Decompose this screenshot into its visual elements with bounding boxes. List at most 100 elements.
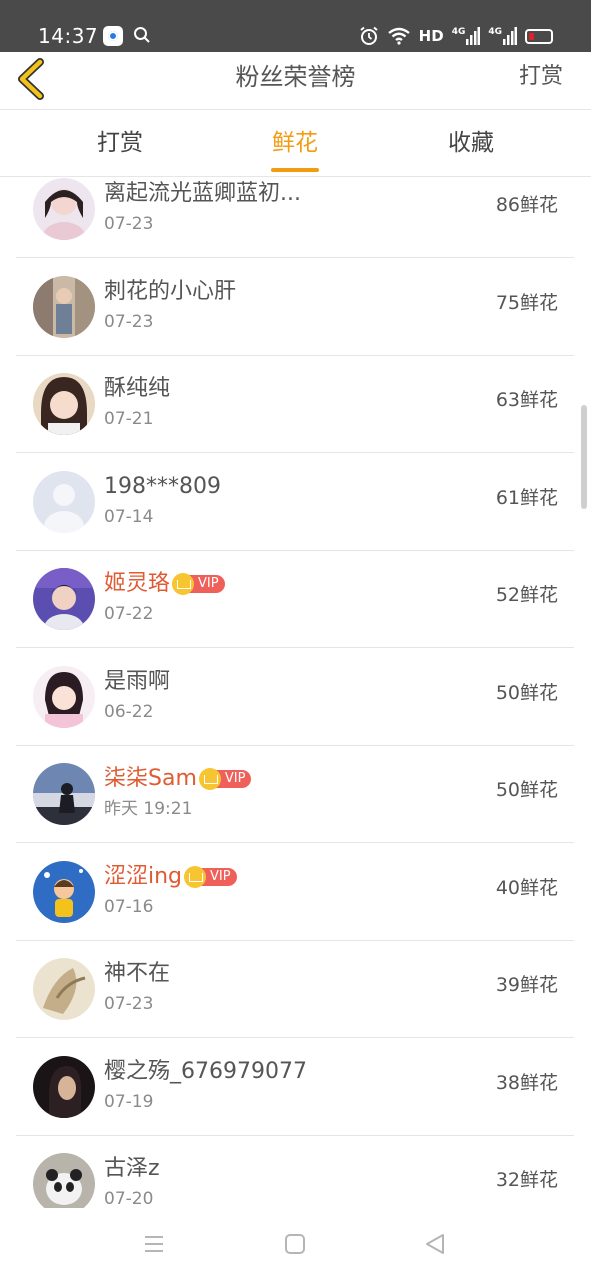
battery-icon	[525, 28, 553, 44]
gift-date: 昨天 19:21	[104, 799, 193, 819]
signal-bars-icon	[466, 27, 481, 45]
user-name: 刺花的小心肝	[104, 277, 236, 307]
user-name-text: 刺花的小心肝	[104, 279, 237, 304]
scrollbar[interactable]	[581, 405, 587, 509]
user-name: 古泽z	[104, 1154, 160, 1184]
avatar	[33, 861, 95, 923]
crown-icon	[172, 573, 195, 595]
search-icon	[134, 27, 150, 43]
list-item[interactable]: 198***809 07-14 61鲜花	[16, 454, 574, 551]
home-square-icon[interactable]	[281, 1230, 309, 1258]
vip-badge: VIP	[198, 768, 252, 790]
status-bar: 14:37 HD 4G 4G	[0, 0, 591, 52]
flower-count: 52鲜花	[495, 584, 558, 606]
avatar	[33, 373, 95, 435]
user-name: 柒柒Sam VIP	[104, 764, 252, 794]
user-name-text: 樱之殇_676979077	[104, 1059, 307, 1084]
flower-count: 75鲜花	[495, 292, 558, 314]
user-name-text: 神不在	[104, 961, 171, 986]
status-indicators: HD 4G 4G	[359, 24, 553, 48]
flower-count: 61鲜花	[495, 487, 558, 509]
flower-count: 50鲜花	[495, 682, 558, 704]
avatar	[33, 763, 95, 825]
avatar	[33, 666, 95, 728]
signal-2: 4G	[488, 27, 517, 45]
user-name: 神不在	[104, 959, 170, 989]
gift-date: 07-16	[104, 897, 154, 917]
user-name-text: 涩涩ing	[104, 864, 183, 889]
list-item[interactable]: 姬灵珞 VIP 07-22 52鲜花	[16, 551, 574, 648]
list-item[interactable]: 神不在 07-23 39鲜花	[16, 941, 574, 1038]
gift-date: 07-20	[104, 1189, 154, 1208]
page-title: 粉丝荣誉榜	[235, 63, 356, 91]
menu-icon[interactable]	[140, 1230, 168, 1258]
user-name: 离起流光蓝卿蓝初...	[104, 179, 301, 209]
avatar	[33, 1056, 95, 1118]
hd-indicator: HD	[418, 27, 444, 45]
gift-date: 06-22	[104, 702, 154, 722]
back-triangle-icon[interactable]	[421, 1230, 449, 1258]
app-icon	[103, 26, 123, 46]
user-name: 涩涩ing VIP	[104, 862, 237, 892]
status-time: 14:37	[38, 24, 99, 48]
tab-reward[interactable]: 打赏	[80, 125, 160, 161]
list-item[interactable]: 离起流光蓝卿蓝初... 07-23 86鲜花	[16, 178, 574, 258]
user-name-text: 是雨啊	[104, 669, 171, 694]
wifi-icon	[387, 27, 410, 45]
crown-icon	[184, 866, 207, 888]
user-name: 酥纯纯	[104, 374, 170, 404]
reward-button[interactable]: 打赏	[519, 60, 563, 94]
network-type-1: 4G	[451, 27, 466, 37]
avatar	[33, 568, 95, 630]
avatar	[33, 471, 95, 533]
gift-date: 07-14	[104, 507, 154, 527]
network-type-2: 4G	[488, 27, 502, 37]
flower-count: 39鲜花	[495, 974, 558, 996]
flower-count: 86鲜花	[495, 194, 558, 216]
system-nav-bar	[0, 1208, 591, 1280]
list-item[interactable]: 刺花的小心肝 07-23 75鲜花	[16, 259, 574, 356]
gift-date: 07-21	[104, 409, 154, 429]
vip-badge: VIP	[172, 573, 225, 595]
list-item[interactable]: 柒柒Sam VIP 昨天 19:21 50鲜花	[16, 746, 574, 843]
gift-date: 07-22	[104, 604, 154, 624]
alarm-icon	[360, 26, 378, 45]
user-name: 198***809	[104, 472, 221, 502]
user-name-text: 酥纯纯	[104, 376, 171, 401]
user-name-text: 姬灵珞	[104, 571, 171, 596]
user-name: 姬灵珞 VIP	[104, 569, 225, 599]
flower-count: 50鲜花	[495, 779, 558, 801]
flower-count: 38鲜花	[495, 1072, 558, 1094]
gift-date: 07-23	[104, 214, 154, 234]
user-name-text: 古泽z	[104, 1156, 160, 1181]
list-item[interactable]: 古泽z 07-20 32鲜花	[16, 1136, 574, 1208]
avatar	[33, 178, 95, 240]
flower-count: 63鲜花	[495, 389, 558, 411]
user-name: 是雨啊	[104, 667, 170, 697]
gift-date: 07-23	[104, 312, 154, 332]
list-item[interactable]: 樱之殇_676979077 07-19 38鲜花	[16, 1039, 574, 1136]
vip-badge: VIP	[184, 866, 237, 888]
gift-date: 07-23	[104, 994, 154, 1014]
tab-favorites[interactable]: 收藏	[431, 125, 511, 161]
header: 粉丝荣誉榜 打赏	[0, 52, 591, 110]
gift-date: 07-19	[104, 1092, 154, 1112]
flower-count: 32鲜花	[495, 1169, 558, 1191]
crown-icon	[198, 768, 221, 790]
flower-count: 40鲜花	[495, 877, 558, 899]
user-name: 樱之殇_676979077	[104, 1057, 307, 1087]
signal-bars-icon	[503, 27, 517, 45]
active-tab-indicator	[271, 168, 319, 172]
avatar	[33, 1153, 95, 1208]
list-item[interactable]: 酥纯纯 07-21 63鲜花	[16, 356, 574, 453]
tab-flowers[interactable]: 鲜花	[255, 125, 335, 161]
list-item[interactable]: 涩涩ing VIP 07-16 40鲜花	[16, 844, 574, 941]
user-name-text: 柒柒Sam	[104, 766, 197, 791]
avatar	[33, 958, 95, 1020]
user-name-text: 198***809	[104, 474, 221, 499]
fan-list: 离起流光蓝卿蓝初... 07-23 86鲜花 刺花的小心肝 07-23 75鲜花…	[0, 178, 591, 1208]
avatar	[33, 276, 95, 338]
user-name-text: 离起流光蓝卿蓝初...	[104, 181, 301, 206]
signal-1: 4G	[452, 27, 481, 45]
list-item[interactable]: 是雨啊 06-22 50鲜花	[16, 649, 574, 746]
